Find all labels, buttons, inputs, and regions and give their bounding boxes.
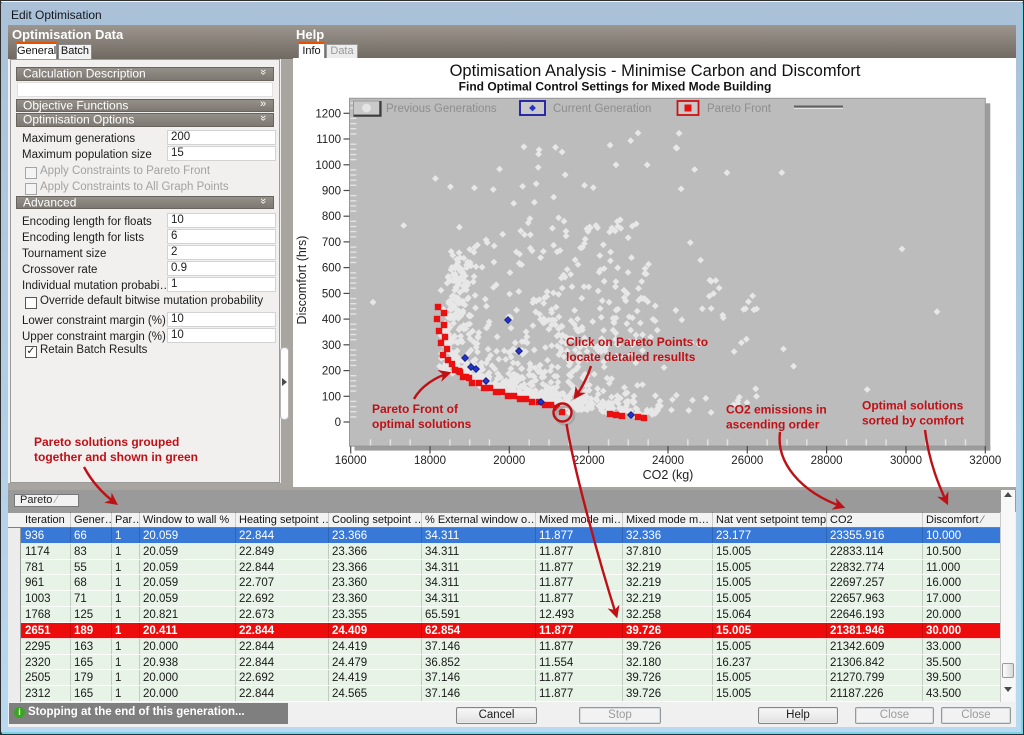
svg-text:Pareto Front of: Pareto Front of [372, 402, 459, 416]
svg-text:Discomfort (hrs): Discomfort (hrs) [295, 236, 309, 325]
svg-text:28000: 28000 [811, 455, 843, 467]
svg-text:30000: 30000 [890, 455, 922, 467]
svg-text:200: 200 [322, 366, 341, 378]
svg-text:1100: 1100 [316, 134, 341, 146]
svg-text:CO2 emissions in: CO2 emissions in [726, 403, 827, 417]
svg-text:Find Optimal Control Settings: Find Optimal Control Settings for Mixed … [459, 80, 772, 94]
svg-text:900: 900 [322, 186, 341, 198]
svg-text:500: 500 [322, 288, 341, 300]
svg-text:800: 800 [322, 211, 341, 223]
svg-text:optimal solutions: optimal solutions [372, 417, 472, 431]
svg-text:locate detailed resullts: locate detailed resullts [566, 350, 696, 364]
svg-text:CO2 (kg): CO2 (kg) [643, 468, 694, 482]
svg-text:400: 400 [322, 314, 341, 326]
svg-text:ascending order: ascending order [726, 418, 820, 432]
svg-text:1200: 1200 [315, 108, 341, 120]
svg-text:24000: 24000 [652, 455, 684, 467]
svg-text:100: 100 [322, 391, 341, 403]
svg-text:together and shown in green: together and shown in green [34, 450, 198, 464]
svg-text:Click on Pareto Points to: Click on Pareto Points to [566, 335, 708, 349]
svg-text:Previous Generations: Previous Generations [386, 103, 497, 115]
svg-text:300: 300 [322, 340, 341, 352]
svg-text:Optimisation Analysis - Minimi: Optimisation Analysis - Minimise Carbon … [450, 62, 861, 80]
svg-text:1000: 1000 [315, 160, 341, 172]
svg-text:26000: 26000 [731, 455, 763, 467]
svg-text:Optimal solutions: Optimal solutions [862, 399, 964, 413]
svg-text:16000: 16000 [335, 455, 367, 467]
svg-text:600: 600 [322, 263, 341, 275]
svg-text:18000: 18000 [414, 455, 446, 467]
svg-text:22000: 22000 [573, 455, 605, 467]
svg-text:20000: 20000 [493, 455, 525, 467]
svg-text:Pareto solutions grouped: Pareto solutions grouped [34, 435, 179, 449]
svg-text:700: 700 [322, 237, 341, 249]
svg-text:sorted by comfort: sorted by comfort [862, 414, 964, 428]
svg-text:Current Generation: Current Generation [553, 103, 651, 115]
svg-text:0: 0 [335, 417, 341, 429]
svg-text:32000: 32000 [969, 455, 1001, 467]
svg-text:Pareto Front: Pareto Front [707, 103, 772, 115]
